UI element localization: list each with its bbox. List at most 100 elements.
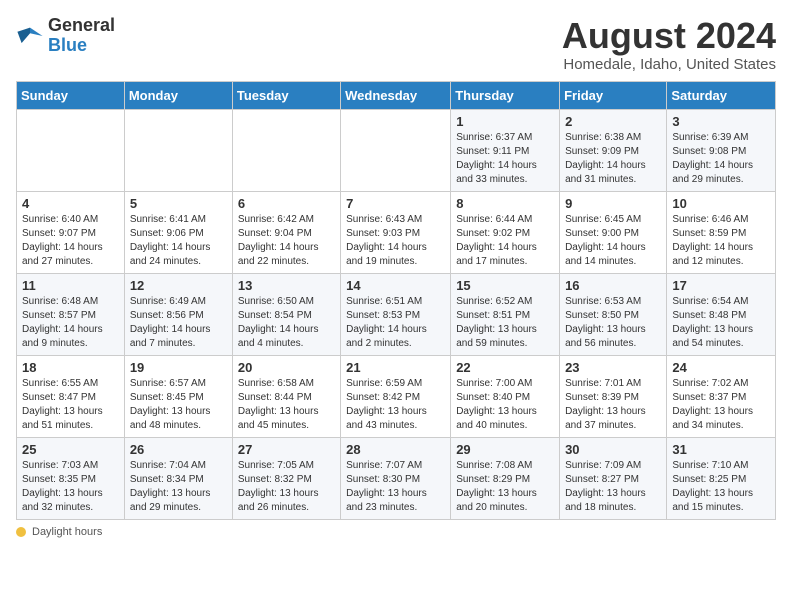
- calendar-cell: 2Sunrise: 6:38 AM Sunset: 9:09 PM Daylig…: [560, 109, 667, 191]
- day-info: Sunrise: 6:52 AM Sunset: 8:51 PM Dayligh…: [456, 295, 554, 351]
- day-info: Sunrise: 7:09 AM Sunset: 8:27 PM Dayligh…: [565, 459, 661, 515]
- calendar-table: SundayMondayTuesdayWednesdayThursdayFrid…: [16, 81, 776, 520]
- day-info: Sunrise: 6:37 AM Sunset: 9:11 PM Dayligh…: [456, 131, 554, 187]
- logo: General Blue: [16, 16, 115, 56]
- day-info: Sunrise: 6:53 AM Sunset: 8:50 PM Dayligh…: [565, 295, 661, 351]
- day-number: 3: [672, 114, 770, 129]
- day-number: 21: [346, 360, 445, 375]
- calendar-body: 1Sunrise: 6:37 AM Sunset: 9:11 PM Daylig…: [17, 109, 776, 519]
- day-number: 22: [456, 360, 554, 375]
- day-number: 9: [565, 196, 661, 211]
- calendar-week-row: 4Sunrise: 6:40 AM Sunset: 9:07 PM Daylig…: [17, 191, 776, 273]
- day-info: Sunrise: 7:05 AM Sunset: 8:32 PM Dayligh…: [238, 459, 335, 515]
- day-info: Sunrise: 7:10 AM Sunset: 8:25 PM Dayligh…: [672, 459, 770, 515]
- calendar-cell: 1Sunrise: 6:37 AM Sunset: 9:11 PM Daylig…: [451, 109, 560, 191]
- calendar-cell: 8Sunrise: 6:44 AM Sunset: 9:02 PM Daylig…: [451, 191, 560, 273]
- day-number: 24: [672, 360, 770, 375]
- day-info: Sunrise: 7:07 AM Sunset: 8:30 PM Dayligh…: [346, 459, 445, 515]
- day-info: Sunrise: 6:50 AM Sunset: 8:54 PM Dayligh…: [238, 295, 335, 351]
- day-info: Sunrise: 6:54 AM Sunset: 8:48 PM Dayligh…: [672, 295, 770, 351]
- day-number: 27: [238, 442, 335, 457]
- day-number: 2: [565, 114, 661, 129]
- day-info: Sunrise: 6:39 AM Sunset: 9:08 PM Dayligh…: [672, 131, 770, 187]
- day-number: 13: [238, 278, 335, 293]
- day-number: 28: [346, 442, 445, 457]
- day-number: 19: [130, 360, 227, 375]
- calendar-day-header: Saturday: [667, 81, 776, 109]
- calendar-cell: 26Sunrise: 7:04 AM Sunset: 8:34 PM Dayli…: [124, 437, 232, 519]
- calendar-week-row: 25 Sunrise: 7:03 AM Sunset: 8:35 PM Dayli…: [17, 437, 776, 519]
- calendar-cell: 9Sunrise: 6:45 AM Sunset: 9:00 PM Daylig…: [560, 191, 667, 273]
- calendar-day-header: Tuesday: [232, 81, 340, 109]
- header: General Blue August 2024 Homedale, Idaho…: [16, 16, 776, 73]
- logo-general-text: General: [48, 15, 115, 35]
- day-number: 29: [456, 442, 554, 457]
- calendar-cell: 22 Sunrise: 7:00 AM Sunset: 8:40 PM Dayli…: [451, 355, 560, 437]
- calendar-cell: 25 Sunrise: 7:03 AM Sunset: 8:35 PM Dayli…: [17, 437, 125, 519]
- calendar-day-header: Sunday: [17, 81, 125, 109]
- calendar-cell: 11Sunrise: 6:48 AM Sunset: 8:57 PM Dayli…: [17, 273, 125, 355]
- calendar-cell: 29 Sunrise: 7:08 AM Sunset: 8:29 PM Dayli…: [451, 437, 560, 519]
- calendar-cell: 30 Sunrise: 7:09 AM Sunset: 8:27 PM Dayli…: [560, 437, 667, 519]
- day-info: Sunrise: 6:58 AM Sunset: 8:44 PM Dayligh…: [238, 377, 335, 433]
- day-info: Sunrise: 6:46 AM Sunset: 8:59 PM Dayligh…: [672, 213, 770, 269]
- day-info: Sunrise: 7:08 AM Sunset: 8:29 PM Dayligh…: [456, 459, 554, 515]
- day-number: 6: [238, 196, 335, 211]
- day-number: 10: [672, 196, 770, 211]
- calendar-cell: 18 Sunrise: 6:55 AM Sunset: 8:47 PM Dayli…: [17, 355, 125, 437]
- calendar-cell: 4Sunrise: 6:40 AM Sunset: 9:07 PM Daylig…: [17, 191, 125, 273]
- calendar-cell: 19 Sunrise: 6:57 AM Sunset: 8:45 PM Dayli…: [124, 355, 232, 437]
- day-info: Sunrise: 7:02 AM Sunset: 8:37 PM Dayligh…: [672, 377, 770, 433]
- calendar-cell: 23 Sunrise: 7:01 AM Sunset: 8:39 PM Dayli…: [560, 355, 667, 437]
- day-info: Sunrise: 6:41 AM Sunset: 9:06 PM Dayligh…: [130, 213, 227, 269]
- calendar-cell: 14Sunrise: 6:51 AM Sunset: 8:53 PM Dayli…: [341, 273, 451, 355]
- footer-label: Daylight hours: [32, 526, 102, 538]
- calendar-cell: 3 Sunrise: 6:39 AM Sunset: 9:08 PM Daylig…: [667, 109, 776, 191]
- day-number: 17: [672, 278, 770, 293]
- day-info: Sunrise: 7:01 AM Sunset: 8:39 PM Dayligh…: [565, 377, 661, 433]
- calendar-day-header: Wednesday: [341, 81, 451, 109]
- logo-bird-icon: [16, 22, 44, 50]
- day-info: Sunrise: 7:03 AM Sunset: 8:35 PM Dayligh…: [22, 459, 119, 515]
- calendar-cell: 27 Sunrise: 7:05 AM Sunset: 8:32 PM Dayli…: [232, 437, 340, 519]
- day-number: 23: [565, 360, 661, 375]
- day-info: Sunrise: 6:40 AM Sunset: 9:07 PM Dayligh…: [22, 213, 119, 269]
- day-info: Sunrise: 7:00 AM Sunset: 8:40 PM Dayligh…: [456, 377, 554, 433]
- day-number: 26: [130, 442, 227, 457]
- calendar-cell: 20 Sunrise: 6:58 AM Sunset: 8:44 PM Dayli…: [232, 355, 340, 437]
- calendar-cell: 7Sunrise: 6:43 AM Sunset: 9:03 PM Daylig…: [341, 191, 451, 273]
- calendar-day-header: Friday: [560, 81, 667, 109]
- day-number: 20: [238, 360, 335, 375]
- day-number: 30: [565, 442, 661, 457]
- day-info: Sunrise: 6:55 AM Sunset: 8:47 PM Dayligh…: [22, 377, 119, 433]
- day-number: 25: [22, 442, 119, 457]
- calendar-cell: 5 Sunrise: 6:41 AM Sunset: 9:06 PM Daylig…: [124, 191, 232, 273]
- day-info: Sunrise: 6:51 AM Sunset: 8:53 PM Dayligh…: [346, 295, 445, 351]
- calendar-cell: 28 Sunrise: 7:07 AM Sunset: 8:30 PM Dayli…: [341, 437, 451, 519]
- day-info: Sunrise: 6:57 AM Sunset: 8:45 PM Dayligh…: [130, 377, 227, 433]
- day-info: Sunrise: 6:59 AM Sunset: 8:42 PM Dayligh…: [346, 377, 445, 433]
- day-number: 12: [130, 278, 227, 293]
- calendar-cell: [341, 109, 451, 191]
- calendar-header-row: SundayMondayTuesdayWednesdayThursdayFrid…: [17, 81, 776, 109]
- day-number: 5: [130, 196, 227, 211]
- calendar-cell: 16 Sunrise: 6:53 AM Sunset: 8:50 PM Dayli…: [560, 273, 667, 355]
- calendar-week-row: 18 Sunrise: 6:55 AM Sunset: 8:47 PM Dayli…: [17, 355, 776, 437]
- day-info: Sunrise: 6:44 AM Sunset: 9:02 PM Dayligh…: [456, 213, 554, 269]
- day-info: Sunrise: 6:48 AM Sunset: 8:57 PM Dayligh…: [22, 295, 119, 351]
- calendar-cell: 6Sunrise: 6:42 AM Sunset: 9:04 PM Daylig…: [232, 191, 340, 273]
- day-number: 18: [22, 360, 119, 375]
- day-info: Sunrise: 6:49 AM Sunset: 8:56 PM Dayligh…: [130, 295, 227, 351]
- day-number: 15: [456, 278, 554, 293]
- calendar-cell: [17, 109, 125, 191]
- calendar-cell: 15 Sunrise: 6:52 AM Sunset: 8:51 PM Dayli…: [451, 273, 560, 355]
- calendar-cell: [124, 109, 232, 191]
- calendar-day-header: Thursday: [451, 81, 560, 109]
- title-area: August 2024 Homedale, Idaho, United Stat…: [562, 16, 776, 73]
- calendar-cell: 13 Sunrise: 6:50 AM Sunset: 8:54 PM Dayli…: [232, 273, 340, 355]
- day-number: 16: [565, 278, 661, 293]
- calendar-cell: 31Sunrise: 7:10 AM Sunset: 8:25 PM Dayli…: [667, 437, 776, 519]
- calendar-day-header: Monday: [124, 81, 232, 109]
- calendar-cell: 10 Sunrise: 6:46 AM Sunset: 8:59 PM Dayli…: [667, 191, 776, 273]
- calendar-week-row: 11Sunrise: 6:48 AM Sunset: 8:57 PM Dayli…: [17, 273, 776, 355]
